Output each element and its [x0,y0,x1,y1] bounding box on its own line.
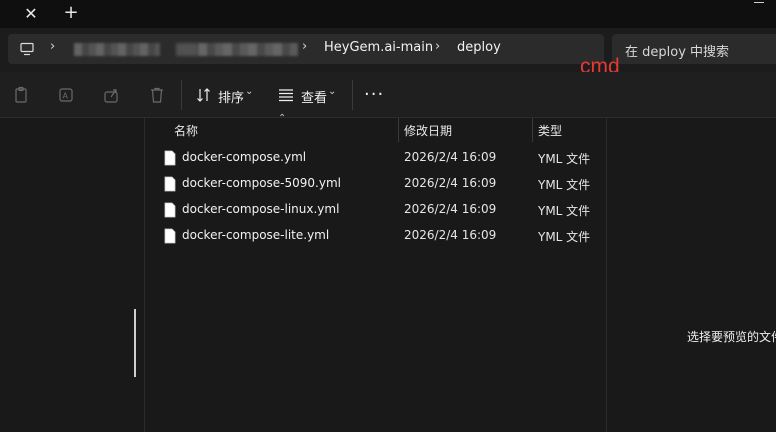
view-label: 查看 [301,91,328,106]
file-type: YML 文件 [538,152,591,166]
chevron-down-icon: ⌄ [328,86,337,97]
breadcrumb-deploy[interactable]: deploy [457,40,501,55]
more-options-icon[interactable]: ··· [364,84,384,105]
command-bar: A 排序 ⌄ 查看 ⌄ ··· [0,72,776,118]
svg-text:A: A [63,92,69,101]
file-modified: 2026/2/4 16:09 [404,202,497,216]
address-bar[interactable]: › › HeyGem.ai-main › deploy [8,34,604,64]
sort-indicator-icon: ⌃ [278,113,287,124]
redacted-path-segment [74,43,160,56]
navigation-pane [0,118,145,432]
toolbar-divider [181,80,182,110]
sort-icon [197,88,210,102]
toolbar-divider [352,80,353,110]
column-header-name[interactable]: 名称 [174,122,198,139]
redacted-path-segment [198,43,298,56]
delete-icon[interactable] [148,86,166,104]
view-icon [279,89,293,102]
file-name: docker-compose-linux.yml [182,202,340,216]
redacted-path-segment [176,43,198,56]
column-divider[interactable] [398,118,399,142]
sort-label: 排序 [218,91,245,106]
minimize-icon[interactable] [748,0,776,6]
table-row[interactable]: docker-compose.yml 2026/2/4 16:09 YML 文件 [146,146,606,172]
file-type: YML 文件 [538,204,591,218]
breadcrumb-heygem[interactable]: HeyGem.ai-main [324,40,433,55]
file-name: docker-compose.yml [182,150,307,164]
computer-icon [20,42,34,56]
file-name: docker-compose-5090.yml [182,176,341,190]
file-modified: 2026/2/4 16:09 [404,150,497,164]
file-list: 名称 修改日期 类型 docker-compose.yml 2026/2/4 1… [146,118,606,432]
nav-scrollbar[interactable] [134,309,136,377]
file-name: docker-compose-lite.yml [182,228,330,242]
preview-message: 选择要预览的文件 [687,330,776,344]
file-icon [164,228,176,244]
file-modified: 2026/2/4 16:09 [404,228,497,242]
search-placeholder: 在 deploy 中搜索 [625,45,730,60]
new-tab-icon[interactable]: + [60,2,82,24]
breadcrumb-separator: › [50,39,56,54]
share-icon[interactable] [103,86,121,104]
file-modified: 2026/2/4 16:09 [404,176,497,190]
column-header-modified[interactable]: 修改日期 [404,122,452,139]
sort-button[interactable]: 排序 ⌄ [196,85,266,106]
search-input[interactable]: 在 deploy 中搜索 [612,34,776,64]
rename-icon[interactable]: A [58,86,76,104]
column-divider[interactable] [532,118,533,142]
file-icon [164,176,176,192]
chevron-down-icon: ⌄ [245,86,254,97]
column-headers: 名称 修改日期 类型 [146,118,606,142]
preview-pane: 选择要预览的文件 [606,118,776,432]
file-icon [164,150,176,166]
table-row[interactable]: docker-compose-lite.yml 2026/2/4 16:09 Y… [146,224,606,250]
breadcrumb-separator: › [302,39,308,54]
paste-icon[interactable] [13,86,31,104]
breadcrumb-separator: › [435,39,441,54]
file-type: YML 文件 [538,178,591,192]
view-button[interactable]: 查看 ⌄ [278,85,348,106]
column-header-type[interactable]: 类型 [538,122,562,139]
close-tab-icon[interactable]: ✕ [20,3,42,25]
address-row: › › HeyGem.ai-main › deploy 在 deploy 中搜索 [0,28,776,72]
table-row[interactable]: docker-compose-linux.yml 2026/2/4 16:09 … [146,198,606,224]
title-bar: ✕ + [0,0,776,28]
file-type: YML 文件 [538,230,591,244]
file-icon [164,202,176,218]
table-row[interactable]: docker-compose-5090.yml 2026/2/4 16:09 Y… [146,172,606,198]
